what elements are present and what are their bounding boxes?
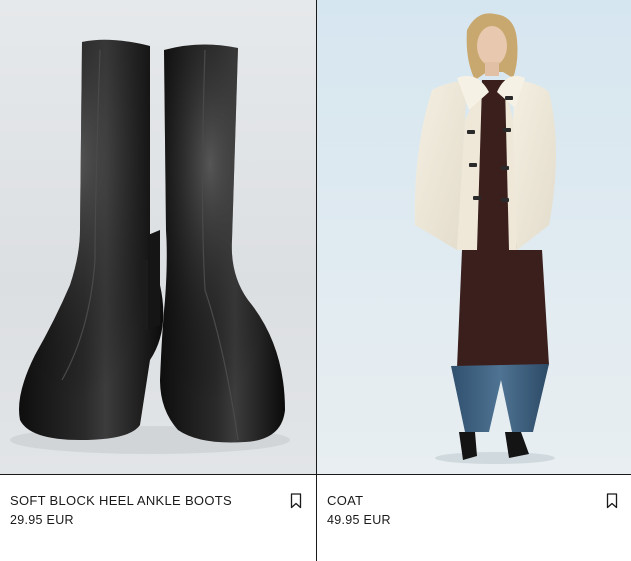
boots-photo — [0, 0, 316, 474]
product-image-coat[interactable] — [317, 0, 631, 475]
product-image-boots[interactable] — [0, 0, 316, 475]
product-price: 29.95 EUR — [10, 513, 74, 527]
product-grid: SOFT BLOCK HEEL ANKLE BOOTS 29.95 EUR CO… — [0, 0, 631, 561]
product-name[interactable]: COAT — [327, 493, 363, 508]
product-info-coat: COAT 49.95 EUR — [317, 475, 631, 561]
bookmark-icon[interactable] — [290, 493, 302, 509]
coat-photo — [317, 0, 631, 474]
product-card-boots[interactable]: SOFT BLOCK HEEL ANKLE BOOTS 29.95 EUR — [0, 0, 317, 561]
product-card-coat[interactable]: COAT 49.95 EUR — [317, 0, 631, 561]
product-info-boots: SOFT BLOCK HEEL ANKLE BOOTS 29.95 EUR — [0, 475, 316, 561]
bookmark-icon[interactable] — [606, 493, 618, 509]
product-price: 49.95 EUR — [327, 513, 391, 527]
product-name[interactable]: SOFT BLOCK HEEL ANKLE BOOTS — [10, 493, 232, 508]
